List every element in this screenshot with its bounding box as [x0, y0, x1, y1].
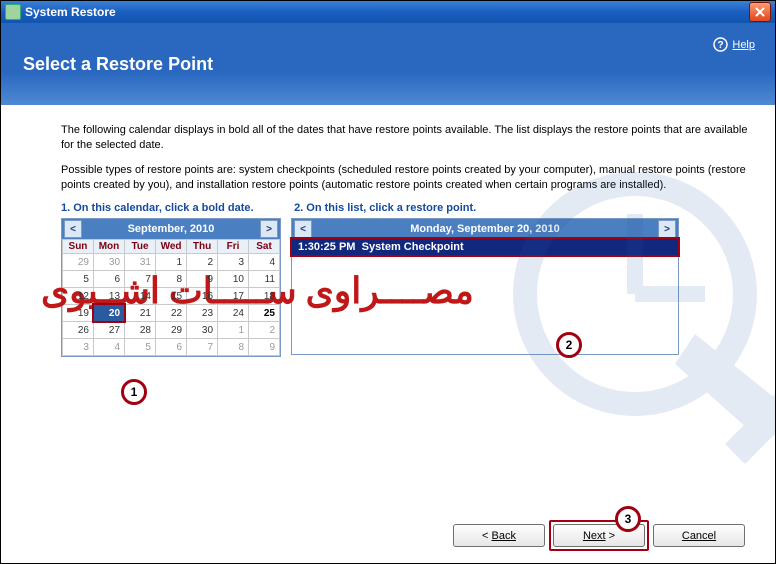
cal-day[interactable]: 29 — [155, 322, 186, 339]
cal-day[interactable]: 5 — [63, 271, 94, 288]
panels: < September, 2010 > SunMonTueWedThuFriSa… — [61, 218, 749, 357]
calendar-grid: SunMonTueWedThuFriSat 293031123456789101… — [62, 239, 280, 356]
cal-day[interactable]: 30 — [93, 254, 124, 271]
intro-2: Possible types of restore points are: sy… — [61, 163, 749, 193]
cal-dow: Wed — [155, 240, 186, 254]
step-1-label: 1. On this calendar, click a bold date. — [61, 202, 291, 214]
header: Select a Restore Point ? Help — [1, 23, 775, 105]
cal-day[interactable]: 20 — [93, 305, 124, 322]
step-labels: 1. On this calendar, click a bold date. … — [61, 202, 749, 214]
footer: < Back Next > 3 Cancel — [1, 514, 775, 563]
cal-day[interactable]: 14 — [125, 288, 156, 305]
cal-day[interactable]: 9 — [249, 339, 280, 356]
restore-point-row[interactable]: 1:30:25 PM System Checkpoint — [292, 239, 678, 255]
cal-dow: Fri — [218, 240, 249, 254]
marker-1: 1 — [121, 379, 147, 405]
cal-day[interactable]: 17 — [218, 288, 249, 305]
calendar-header: < September, 2010 > — [62, 219, 280, 239]
cal-day[interactable]: 2 — [249, 322, 280, 339]
list-title: Monday, September 20, 2010 — [312, 223, 658, 235]
cal-day[interactable]: 4 — [249, 254, 280, 271]
cal-dow: Thu — [187, 240, 218, 254]
cal-day[interactable]: 6 — [93, 271, 124, 288]
cal-day[interactable]: 22 — [155, 305, 186, 322]
calendar-title: September, 2010 — [82, 223, 260, 235]
cal-day[interactable]: 4 — [93, 339, 124, 356]
intro-1: The following calendar displays in bold … — [61, 123, 749, 153]
restore-list[interactable]: 1:30:25 PM System Checkpoint — [292, 239, 678, 354]
cal-dow: Mon — [93, 240, 124, 254]
cal-day[interactable]: 19 — [63, 305, 94, 322]
svg-text:?: ? — [718, 40, 724, 51]
close-icon — [755, 7, 765, 17]
next-month-button[interactable]: > — [260, 220, 278, 238]
cal-day[interactable]: 8 — [218, 339, 249, 356]
cal-dow: Sat — [249, 240, 280, 254]
cal-day[interactable]: 7 — [187, 339, 218, 356]
cal-day[interactable]: 11 — [249, 271, 280, 288]
cal-day[interactable]: 27 — [93, 322, 124, 339]
cal-day[interactable]: 2 — [187, 254, 218, 271]
cal-day[interactable]: 15 — [155, 288, 186, 305]
cal-day[interactable]: 13 — [93, 288, 124, 305]
cal-day[interactable]: 12 — [63, 288, 94, 305]
cal-day[interactable]: 31 — [125, 254, 156, 271]
cal-day[interactable]: 6 — [155, 339, 186, 356]
cal-day[interactable]: 30 — [187, 322, 218, 339]
restore-time: 1:30:25 PM — [298, 241, 355, 253]
cal-day[interactable]: 1 — [218, 322, 249, 339]
cal-day[interactable]: 28 — [125, 322, 156, 339]
cal-day[interactable]: 18 — [249, 288, 280, 305]
app-icon — [5, 4, 21, 20]
close-button[interactable] — [749, 2, 771, 22]
cal-day[interactable]: 9 — [187, 271, 218, 288]
restore-name: System Checkpoint — [362, 241, 464, 253]
cal-dow: Tue — [125, 240, 156, 254]
help-link[interactable]: ? Help — [713, 37, 755, 52]
restore-list-panel: < Monday, September 20, 2010 > 1:30:25 P… — [291, 218, 679, 355]
cal-day[interactable]: 7 — [125, 271, 156, 288]
cal-day[interactable]: 26 — [63, 322, 94, 339]
calendar-panel: < September, 2010 > SunMonTueWedThuFriSa… — [61, 218, 281, 357]
cal-day[interactable]: 24 — [218, 305, 249, 322]
cal-day[interactable]: 29 — [63, 254, 94, 271]
cal-day[interactable]: 21 — [125, 305, 156, 322]
prev-month-button[interactable]: < — [64, 220, 82, 238]
page-title: Select a Restore Point — [23, 54, 213, 75]
prev-day-button[interactable]: < — [294, 220, 312, 238]
cal-dow: Sun — [63, 240, 94, 254]
cal-day[interactable]: 23 — [187, 305, 218, 322]
cal-day[interactable]: 10 — [218, 271, 249, 288]
cal-day[interactable]: 25 — [249, 305, 280, 322]
cal-day[interactable]: 3 — [218, 254, 249, 271]
cancel-button[interactable]: Cancel — [653, 524, 745, 547]
back-button[interactable]: < Back — [453, 524, 545, 547]
window: System Restore Select a Restore Point ? … — [0, 0, 776, 564]
cal-day[interactable]: 1 — [155, 254, 186, 271]
cal-day[interactable]: 3 — [63, 339, 94, 356]
marker-3: 3 — [615, 506, 641, 532]
help-icon: ? — [713, 37, 728, 52]
step-2-label: 2. On this list, click a restore point. — [294, 202, 476, 214]
list-header: < Monday, September 20, 2010 > — [292, 219, 678, 239]
cal-day[interactable]: 8 — [155, 271, 186, 288]
cal-day[interactable]: 16 — [187, 288, 218, 305]
marker-2: 2 — [556, 332, 582, 358]
cal-day[interactable]: 5 — [125, 339, 156, 356]
window-title: System Restore — [25, 5, 116, 19]
titlebar: System Restore — [1, 1, 775, 23]
body: The following calendar displays in bold … — [1, 105, 775, 514]
next-day-button[interactable]: > — [658, 220, 676, 238]
